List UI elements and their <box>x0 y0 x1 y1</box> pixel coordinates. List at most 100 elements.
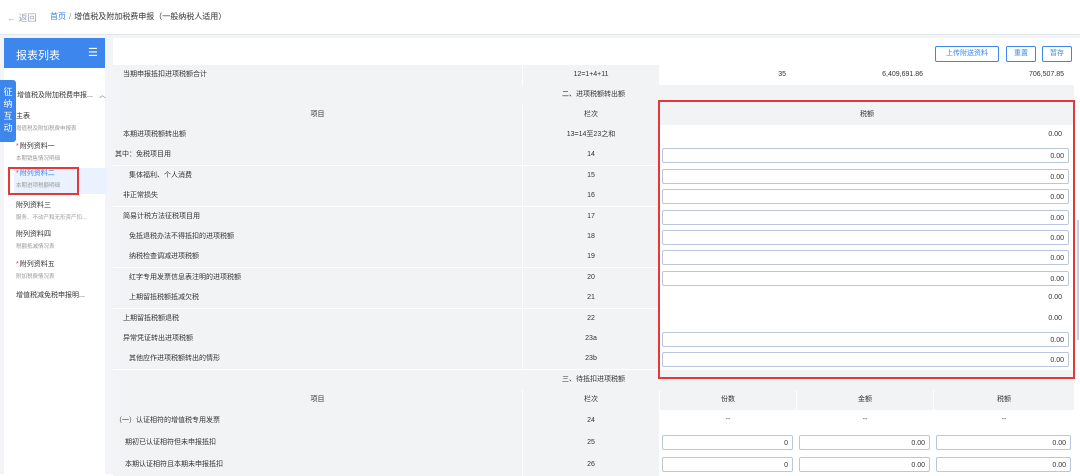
row-label: 上期留抵税额退税 <box>113 308 523 329</box>
tax-amount-readonly: 0.00 <box>660 288 1075 309</box>
row-label: 其中：免税项目用 <box>113 145 523 166</box>
required-star: * <box>16 261 19 268</box>
sidebar-item-label: 附列资料五 <box>19 261 55 268</box>
table-row: 上期留抵税额退税 22 0.00 <box>113 308 1075 329</box>
table-row: 其中：免税项目用 14 0.00 <box>113 145 1075 166</box>
sidebar-item-schedule-5[interactable]: *附列资料五 附加税费情况表 <box>16 259 105 280</box>
sidebar-item-sub: 服务、不动产和无形资产扣... <box>16 215 87 221</box>
table-row: 当期申报抵扣进项税额合计 12=1+4+11 35 6,409,691.86 7… <box>113 65 1075 85</box>
amount-cell: 0.00 <box>660 247 1075 268</box>
amount-cell: 0.00 <box>660 186 1075 207</box>
table-row: 上期留抵税额抵减欠税 21 0.00 <box>113 288 1075 309</box>
highlight-box-sidebar <box>8 167 79 195</box>
required-star: * <box>16 143 19 150</box>
sidebar-group-label: 增值税及附加税费申报... <box>17 92 93 99</box>
c1-input[interactable]: 0 <box>662 457 793 472</box>
row-label: 免抵退税办法不得抵扣的进项税额 <box>113 227 523 247</box>
row-col: 13=14至23之和 <box>523 125 660 145</box>
row-col: 21 <box>523 288 660 309</box>
reset-button[interactable]: 重置 <box>1006 46 1036 62</box>
tax-amount-input[interactable]: 0.00 <box>662 250 1069 266</box>
c3-readonly: -- <box>934 410 1075 430</box>
table-row: 本期认证相符且本期未申报抵扣 26 0 0.00 0.00 <box>113 454 1075 476</box>
upload-attachments-button[interactable]: 上传附送资料 <box>935 46 999 62</box>
row-label: （一）认证相符的增值税专用发票 <box>113 410 523 432</box>
tax-amount-input[interactable]: 0.00 <box>662 209 1069 225</box>
sidebar-item-label-wrap: *附列资料一 <box>16 141 105 151</box>
top-bar: ← 返回 首页 / 增值税及附加税费申报（一般纳税人适用） <box>0 0 1080 35</box>
breadcrumb-home[interactable]: 首页 <box>50 12 66 21</box>
amount-cell: 0.00 <box>660 227 1075 247</box>
c2-input[interactable]: 0.00 <box>799 457 930 472</box>
amount-cell: 0.00 <box>660 206 1075 227</box>
tax-amount-input[interactable]: 0.00 <box>662 332 1069 347</box>
tax-amount-input[interactable]: 0.00 <box>662 189 1069 205</box>
tax-amount-readonly: 0.00 <box>660 308 1075 329</box>
header-item: 项目 <box>113 390 523 410</box>
row-col: 18 <box>523 227 660 247</box>
sidebar-group-vat[interactable]: 增值税及附加税费申报... ︿ <box>17 90 106 100</box>
sidebar-item-schedule-4[interactable]: 附列资料四 税额抵减情况表 <box>16 229 105 250</box>
chevron-up-icon: ︿ <box>98 92 106 99</box>
sidebar-item-schedule-3[interactable]: 附列资料三 服务、不动产和无形资产扣... <box>16 200 105 221</box>
save-draft-button[interactable]: 暂存 <box>1042 46 1072 62</box>
row-col: 17 <box>523 206 660 227</box>
header-col: 栏次 <box>523 390 660 410</box>
float-tab-label: 征纳互动 <box>3 87 13 133</box>
vertical-scrollbar[interactable] <box>1077 220 1079 340</box>
breadcrumb-separator: / <box>69 12 72 21</box>
row-col: 12=1+4+11 <box>523 65 660 85</box>
row-col: 15 <box>523 165 660 186</box>
back-link[interactable]: ← 返回 <box>7 11 37 24</box>
row-label: 当期申报抵扣进项税额合计 <box>113 65 523 85</box>
sidebar-item-sub: 增值税及附加税费申报表 <box>16 126 77 132</box>
row-label: 纳税检查调减进项税额 <box>113 247 523 268</box>
header-count: 份数 <box>660 390 797 410</box>
table-row: 集体福利、个人消费 15 0.00 <box>113 165 1075 186</box>
c1-readonly: -- <box>660 410 797 430</box>
tax-amount-input[interactable]: 0.00 <box>662 270 1069 286</box>
value-cell: 0.00 <box>797 432 934 452</box>
c3-input[interactable]: 0.00 <box>936 435 1071 450</box>
breadcrumb-current: 增值税及附加税费申报（一般纳税人适用） <box>74 12 227 21</box>
report-list-sidebar: 报表列表 ☰ 增值税及附加税费申报... ︿ 主表 增值税及附加税费申报表 *附列… <box>4 38 107 474</box>
c3-input[interactable]: 0.00 <box>936 457 1071 472</box>
c2-input[interactable]: 0.00 <box>799 435 930 450</box>
table-row: 期初已认证相符但未申报抵扣 25 0 0.00 0.00 <box>113 432 1075 454</box>
section-header: 三、待抵扣进项税额 <box>113 370 1075 390</box>
tax-amount-input[interactable]: 0.00 <box>662 148 1069 164</box>
sidebar-item-label: 主表 <box>16 113 30 120</box>
sidebar-item-label-wrap: *附列资料五 <box>16 259 105 269</box>
row-label: 简易计税方法征税项目用 <box>113 206 523 227</box>
header-col: 栏次 <box>523 105 660 125</box>
hamburger-menu-icon[interactable]: ☰ <box>88 46 98 59</box>
row-label: 集体福利、个人消费 <box>113 165 523 186</box>
sidebar-header: 报表列表 ☰ <box>4 38 105 68</box>
sidebar-item-main-form[interactable]: 主表 增值税及附加税费申报表 <box>16 111 105 132</box>
amount-cell: 0.00 <box>660 145 1075 166</box>
amount-cell: 0.00 <box>660 165 1075 186</box>
table-row: （一）认证相符的增值税专用发票 24 -- -- -- <box>113 410 1075 432</box>
row-col: 16 <box>523 186 660 207</box>
c1-input[interactable]: 0 <box>662 435 793 450</box>
tax-amount-input[interactable]: 0.00 <box>662 352 1069 368</box>
table-row: 纳税检查调减进项税额 19 0.00 <box>113 247 1075 268</box>
sidebar-item-schedule-1[interactable]: *附列资料一 本期销售情况明细 <box>16 141 105 162</box>
row-label: 红字专用发票信息表注明的进项税额 <box>113 267 523 288</box>
header-amount: 金额 <box>797 390 934 410</box>
tax-amount-input[interactable]: 0.00 <box>662 230 1069 245</box>
sidebar-title: 报表列表 <box>16 50 60 62</box>
row-label: 上期留抵税额抵减欠税 <box>113 288 523 309</box>
header-tax: 税额 <box>934 390 1075 410</box>
row-col: 23b <box>523 349 660 370</box>
sidebar-item-label: 附列资料一 <box>19 143 55 150</box>
interaction-float-tab[interactable]: 征纳互动 <box>0 80 16 142</box>
sidebar-item-vat-exemption[interactable]: 增值税减免税申报明... <box>16 290 105 300</box>
sidebar-item-sub: 税额抵减情况表 <box>16 244 55 250</box>
row-count: 35 <box>660 65 797 85</box>
row-label: 本期认证相符且本期未申报抵扣 <box>113 454 523 476</box>
amount-cell: 0.00 <box>660 349 1075 370</box>
sidebar-item-sub: 附加税费情况表 <box>16 274 55 280</box>
section-title: 二、进项税额转出额 <box>113 85 1075 105</box>
tax-amount-input[interactable]: 0.00 <box>662 168 1069 184</box>
